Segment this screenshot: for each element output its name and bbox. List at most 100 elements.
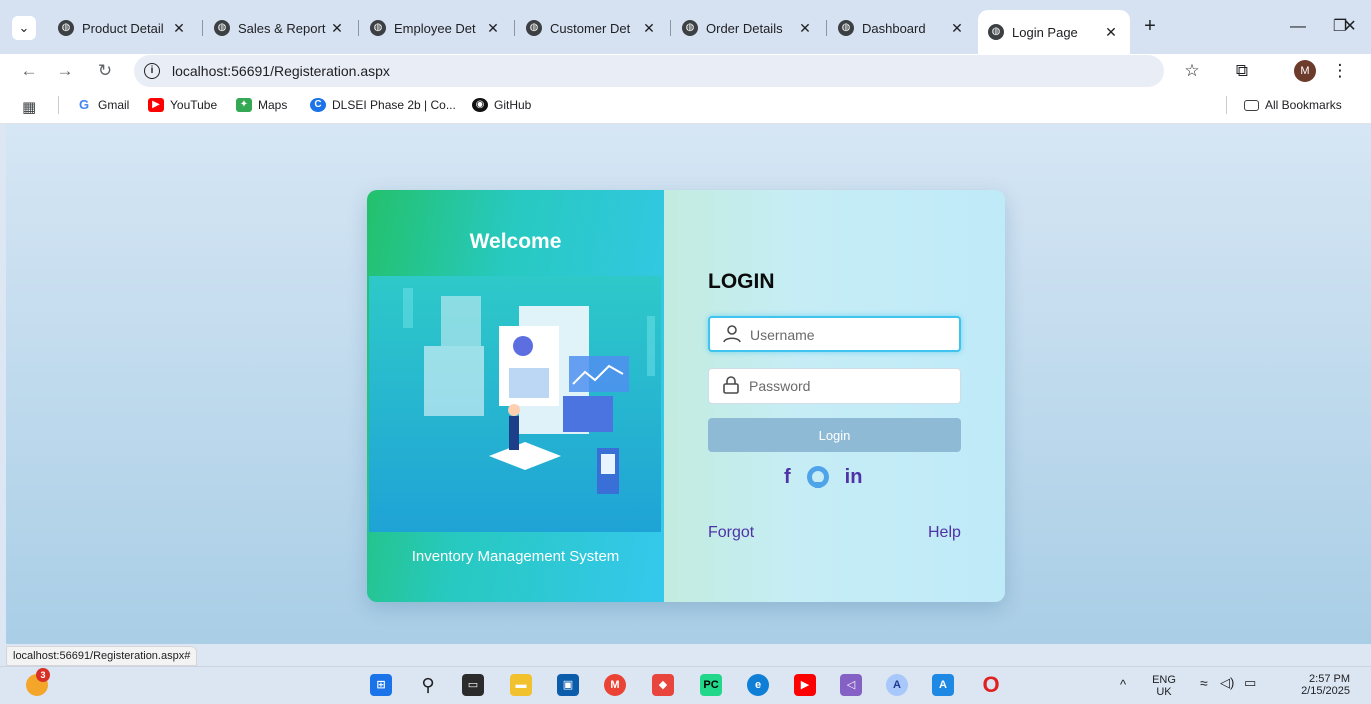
apps-grid-icon[interactable]: ▦ <box>22 98 36 116</box>
clock-time: 2:57 PM <box>1309 673 1350 685</box>
app-subtitle: Inventory Management System <box>411 548 620 565</box>
tab-title: Order Details <box>706 20 783 36</box>
task-view-icon[interactable]: ▭ <box>462 674 484 696</box>
youtube-app-icon[interactable]: ▶ <box>794 674 816 696</box>
github-social-icon[interactable] <box>805 464 831 490</box>
maps-icon: ✦ <box>236 98 252 112</box>
youtube-icon: ▶ <box>148 98 164 112</box>
wifi-icon[interactable]: ≈ <box>1200 676 1208 690</box>
tab-sales-report[interactable]: ◍ Sales & Report ✕ <box>204 10 356 46</box>
pycharm-icon[interactable]: PC <box>700 674 722 696</box>
forward-button[interactable]: → <box>52 58 78 84</box>
address-bar[interactable]: i localhost:56691/Registeration.aspx <box>134 55 1164 87</box>
store-icon[interactable]: ▣ <box>557 674 579 696</box>
battery-icon[interactable]: ▭ <box>1244 676 1256 689</box>
status-bar-url: localhost:56691/Registeration.aspx# <box>6 646 198 666</box>
password-input[interactable] <box>749 375 949 397</box>
close-icon[interactable]: ✕ <box>170 20 188 37</box>
pinned-app-icon[interactable]: A <box>886 674 908 696</box>
tab-dashboard[interactable]: ◍ Dashboard ✕ <box>828 10 976 46</box>
tab-customer-details[interactable]: ◍ Customer Det ✕ <box>516 10 668 46</box>
tab-separator <box>202 20 203 36</box>
page-viewport: Welcome Inventory Management System LOGI… <box>6 124 1371 644</box>
search-icon[interactable]: ⚲ <box>417 674 439 696</box>
bookmark-separator <box>58 96 59 114</box>
close-icon[interactable]: ✕ <box>796 20 814 37</box>
start-icon[interactable]: ⊞ <box>370 674 392 696</box>
forgot-link[interactable]: Forgot <box>708 524 754 542</box>
tab-order-details[interactable]: ◍ Order Details ✕ <box>672 10 824 46</box>
tab-search-menu[interactable]: ⌄ <box>12 16 36 40</box>
tab-login-page[interactable]: ◍ Login Page ✕ <box>978 10 1130 54</box>
edge-icon[interactable]: e <box>747 674 769 696</box>
widgets-icon[interactable]: 3 <box>26 668 50 696</box>
password-field[interactable] <box>708 368 961 404</box>
volume-icon[interactable]: ◁) <box>1220 676 1234 689</box>
all-bookmarks[interactable]: All Bookmarks <box>1244 98 1342 112</box>
bookmark-label: GitHub <box>494 98 532 112</box>
close-icon[interactable]: ✕ <box>484 20 502 37</box>
new-tab-button[interactable]: + <box>1138 15 1162 39</box>
profile-avatar[interactable]: M <box>1294 60 1316 82</box>
tab-employee-details[interactable]: ◍ Employee Det ✕ <box>360 10 512 46</box>
facebook-icon[interactable]: f <box>784 466 791 489</box>
tab-title: Product Detail <box>82 20 164 36</box>
address-url[interactable]: localhost:56691/Registeration.aspx <box>172 63 390 79</box>
globe-icon: ◍ <box>370 20 386 36</box>
more-menu-icon[interactable]: ⋮ <box>1328 59 1352 83</box>
tab-separator <box>670 20 671 36</box>
extensions-icon[interactable]: ⧉ <box>1230 59 1254 83</box>
bookmark-star-icon[interactable]: ☆ <box>1180 59 1204 83</box>
tab-title: Dashboard <box>862 20 926 36</box>
username-input[interactable] <box>750 324 950 346</box>
browser-toolbar: ← → ↻ i localhost:56691/Registeration.as… <box>0 54 1371 88</box>
dashboard-illustration <box>369 276 661 532</box>
bookmark-dlsei[interactable]: C DLSEI Phase 2b | Co... <box>310 98 456 112</box>
tab-title: Sales & Report <box>238 20 326 36</box>
windows-taskbar: 3 ⊞ ⚲ ▭ ▬ ▣ M ◆ PC e ▶ ◁ A A O ^ ENG UK … <box>0 666 1371 704</box>
visual-studio-icon[interactable]: ◁ <box>840 674 862 696</box>
social-links: f in <box>784 462 876 492</box>
info-icon[interactable]: i <box>144 63 160 79</box>
close-icon[interactable]: ✕ <box>640 20 658 37</box>
close-icon[interactable]: ✕ <box>1102 24 1120 41</box>
azure-data-studio-icon[interactable]: A <box>932 674 954 696</box>
tab-separator <box>826 20 827 36</box>
bookmark-gmail[interactable]: G Gmail <box>76 97 129 113</box>
clock[interactable]: 2:57 PM 2/15/2025 <box>1280 673 1350 697</box>
all-bookmarks-label: All Bookmarks <box>1265 98 1342 112</box>
tab-title: Employee Det <box>394 20 476 36</box>
login-title: LOGIN <box>708 270 775 293</box>
tab-title: Login Page <box>1012 24 1078 40</box>
bookmark-youtube[interactable]: ▶ YouTube <box>148 98 217 112</box>
close-icon[interactable]: ✕ <box>948 20 966 37</box>
login-button[interactable]: Login <box>708 418 961 452</box>
bookmark-maps[interactable]: ✦ Maps <box>236 98 287 112</box>
username-field[interactable] <box>708 316 961 352</box>
language-indicator[interactable]: ENG UK <box>1150 674 1178 698</box>
login-card: Welcome Inventory Management System LOGI… <box>367 190 1005 602</box>
minimize-button[interactable]: — <box>1284 14 1312 40</box>
anydesk-icon[interactable]: ◆ <box>652 674 674 696</box>
close-icon[interactable]: ✕ <box>328 20 346 37</box>
reload-button[interactable]: ↻ <box>92 58 118 84</box>
chrome-icon[interactable]: M <box>604 674 626 696</box>
back-button[interactable]: ← <box>16 58 42 84</box>
opera-icon[interactable]: O <box>980 674 1002 696</box>
folder-icon <box>1244 99 1259 111</box>
language-label: ENG <box>1152 674 1176 686</box>
help-link[interactable]: Help <box>928 524 961 542</box>
login-panel: LOGIN Login f <box>664 190 1005 602</box>
notification-badge: 3 <box>36 668 50 682</box>
github-icon: ◉ <box>472 98 488 112</box>
tab-product-details[interactable]: ◍ Product Detail ✕ <box>48 10 198 46</box>
bookmark-separator <box>1226 96 1227 114</box>
tab-separator <box>514 20 515 36</box>
linkedin-icon[interactable]: in <box>845 466 863 489</box>
close-window-icon[interactable]: ✕ <box>1336 14 1364 40</box>
globe-icon: ◍ <box>526 20 542 36</box>
file-explorer-icon[interactable]: ▬ <box>510 674 532 696</box>
gmail-icon: G <box>78 97 90 112</box>
tray-overflow-icon[interactable]: ^ <box>1120 678 1126 691</box>
bookmark-github[interactable]: ◉ GitHub <box>472 98 531 112</box>
